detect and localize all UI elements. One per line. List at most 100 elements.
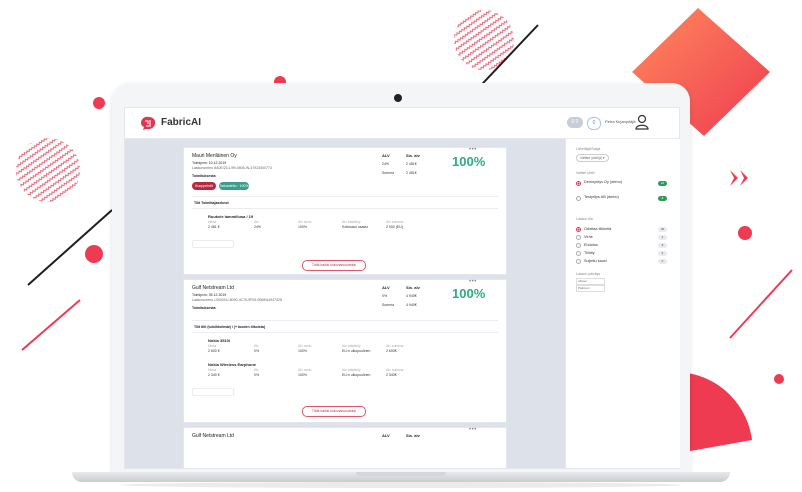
invoice-number: Laskunumero 8A0E/23-1/99-0606-IN-4792340… [192,166,272,170]
checked-badge[interactable]: Tarkastettu · 100% [219,182,249,190]
row-sis: 4 940€ [406,294,417,298]
company-name: Gulf Netstream Ltd [192,285,234,291]
divider [192,332,498,333]
col-header: Alv arvio [298,368,312,372]
row-alv: 0% [382,294,388,298]
status-radio[interactable] [576,235,581,240]
item-value: Kotimaan osasto [342,225,369,229]
sidebar-section-title: Valitse yhtiö [576,171,595,175]
col-alv: ALV [382,433,390,438]
invoice-number: Laskunumero U0U00/U-8090-4C76-9F05-0B6EA… [192,298,282,302]
company-option[interactable]: Demoyritys Oy (demo) [584,180,628,185]
status-count: 0 [658,259,667,264]
col-header: Alv summa [386,368,404,372]
col-header: Alv [254,220,259,224]
invoice-date: Toimipvm: 05.12.2019 [192,293,227,297]
show-all-button[interactable]: Tällä kaikki kokonaisuudeksi [302,260,366,271]
status-label: Toimituksesta: [192,174,217,178]
status-option[interactable]: Tiliöity [584,251,595,255]
invoice-list: Mauri Meriläinen Oy Toimipvm: 10.12.2019… [125,139,565,468]
col-header: Alv arvio [298,220,312,224]
item-value: 0% [254,349,260,353]
item-value: 100% [298,225,307,229]
status-radio[interactable] [576,243,581,248]
show-all-button[interactable]: Tällä kaikki kokonaisuudeksi [302,406,366,417]
company-count: 16 [658,181,667,186]
company-radio[interactable] [576,196,581,201]
item-value: 100% [298,373,307,377]
brain-logo-icon [141,116,156,130]
app-window: FabricAI 0 0 0 Petra Kirjanpitäjä Mauri … [124,107,680,469]
item-value: 2 000 (EU) [386,225,403,229]
col-sis-alv: Sis. alv [406,285,420,290]
invoice-date: Toimipvm: 10.12.2019 [192,161,227,165]
sidebar-section-title: Laskun päiväys [576,272,601,276]
item-name: Nokia 3510i [208,338,231,343]
date-from-input[interactable]: Alkaen [576,278,605,285]
user-name[interactable]: Petra Kirjanpitäjä [605,119,635,124]
col-header: Hinta [208,344,217,348]
comment-input[interactable] [192,240,234,248]
laptop-notch [356,472,446,476]
section-title: Tilit tilit (tuloihtoitmat) / (+ tuoden … [194,325,265,329]
laptop-shadow [120,482,682,488]
sum-label: Summa [382,171,395,175]
invoice-card: Gulf Netstream Ltd Toimipvm: 05.12.2019 … [183,279,507,423]
col-header: Alv käsittely [342,344,361,348]
item-value: 100% [298,349,307,353]
item-value: 2 340€ [386,373,397,377]
status-count: 46 [658,227,667,232]
divider [192,208,498,209]
status-option[interactable]: Ehdotus [584,243,598,247]
comment-input[interactable] [192,388,234,396]
status-count: 4 [658,235,667,240]
status-radio[interactable] [576,227,581,232]
col-header: Alv [254,344,259,348]
col-header: Alv arvio [298,344,312,348]
status-option[interactable]: Virhe [584,235,593,239]
more-icon[interactable]: ••• [469,279,477,285]
status-radio[interactable] [576,251,581,256]
sum-value: 4 940€ [406,303,417,307]
sum-value: 2 481€ [406,171,417,175]
company-name: Gulf Netstream Ltd [192,433,234,439]
company-filter-chip[interactable]: Valitse yhtiö(t) ▾ [576,154,609,162]
status-radio[interactable] [576,259,581,264]
filter-sidebar: Lähettäjä/Saaja Valitse yhtiö(t) ▾ Valit… [565,139,680,468]
col-header: Alv käsittely [342,220,361,224]
item-value: 0% [254,373,260,377]
col-sis-alv: Sis. alv [406,153,420,158]
date-to-input[interactable]: Päättyen [576,285,605,292]
sidebar-section-title: Lähettäjä/Saaja [576,147,601,151]
item-value: 2 481 € [208,225,220,229]
laptop-screen: FabricAI 0 0 0 Petra Kirjanpitäjä Mauri … [112,83,690,473]
status-count: 6 [658,251,667,256]
invoice-card: Gulf Netstream Ltd ALV Sis. alv ••• [183,427,507,468]
brand-name: FabricAI [161,117,202,128]
row-sis: 2 481€ [406,162,417,166]
more-icon[interactable]: ••• [469,147,477,153]
col-header: Alv summa [386,220,404,224]
item-value: 2 340 € [208,373,220,377]
match-percent: 100% [452,286,486,301]
status-count: 8 [658,243,667,248]
item-name: Ruukvie lammillusa / 19 [208,214,254,219]
col-header: Alv [254,368,259,372]
status-option[interactable]: Suljettu kausi [584,259,607,263]
header-notification-pill[interactable]: 0 [587,117,601,130]
app-header: FabricAI 0 0 0 Petra Kirjanpitäjä [125,108,679,139]
col-alv: ALV [382,285,390,290]
status-option[interactable]: Odottaa tiliöintiä [584,227,611,231]
status-label: Toimituksesta: [192,306,217,310]
camera-icon [394,94,402,102]
more-icon[interactable]: ••• [469,427,477,433]
rejected-button[interactable]: Kuoppehdit [192,182,216,190]
item-name: Nokia Wireless Earphone [208,362,256,367]
divider [192,320,498,321]
col-sis-alv: Sis. alv [406,433,420,438]
company-radio[interactable] [576,181,581,186]
company-option[interactable]: Testyritys AB (demo) [584,195,628,200]
header-toggle-pill[interactable]: 0 0 [567,117,583,128]
col-header: Hinta [208,220,217,224]
user-icon[interactable] [635,114,649,130]
